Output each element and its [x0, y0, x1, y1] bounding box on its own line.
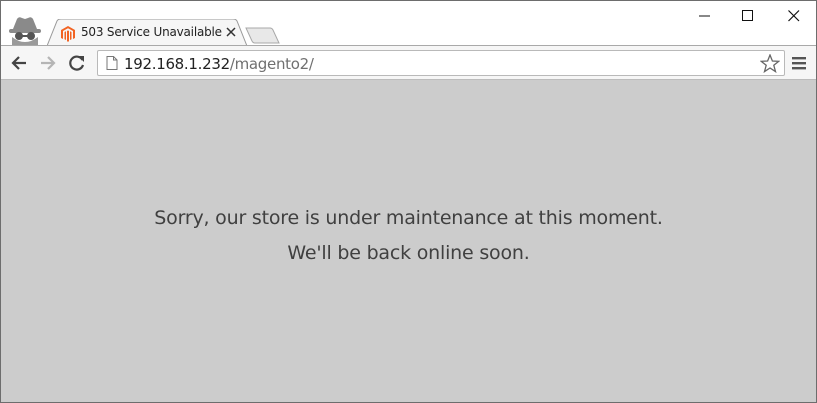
maintenance-message: Sorry, our store is under maintenance at… — [154, 207, 663, 229]
close-window-button[interactable] — [772, 1, 816, 31]
page-icon — [106, 56, 118, 70]
tab-strip: 503 Service Unavailable — [1, 1, 816, 46]
star-icon[interactable] — [760, 54, 780, 73]
arrow-left-icon[interactable] — [9, 53, 29, 73]
incognito-icon — [9, 17, 41, 45]
url-host: 192.168.1.232 — [124, 55, 230, 73]
browser-toolbar: 192.168.1.232/magento2/ — [1, 45, 816, 80]
close-icon — [788, 10, 800, 22]
magento-logo-icon — [61, 26, 75, 42]
tab-close-icon[interactable] — [225, 26, 237, 38]
hamburger-menu-icon[interactable] — [792, 55, 806, 71]
new-tab-button[interactable] — [245, 27, 281, 44]
arrow-right-icon[interactable] — [38, 53, 58, 73]
minimize-icon — [699, 15, 710, 17]
url-text: 192.168.1.232/magento2/ — [124, 55, 314, 73]
minimize-button[interactable] — [683, 1, 727, 31]
url-path: /magento2/ — [229, 55, 314, 73]
tab-active[interactable]: 503 Service Unavailable — [47, 19, 251, 46]
maximize-icon — [742, 10, 753, 21]
maximize-button[interactable] — [726, 1, 770, 31]
browser-window: 503 Service Unavailable 192.168.1.232/ma… — [0, 0, 817, 403]
reload-icon[interactable] — [67, 53, 87, 73]
address-bar[interactable]: 192.168.1.232/magento2/ — [97, 50, 785, 76]
page-content: Sorry, our store is under maintenance at… — [1, 80, 816, 402]
tab-title: 503 Service Unavailable — [81, 25, 222, 39]
back-online-message: We'll be back online soon. — [287, 242, 530, 264]
